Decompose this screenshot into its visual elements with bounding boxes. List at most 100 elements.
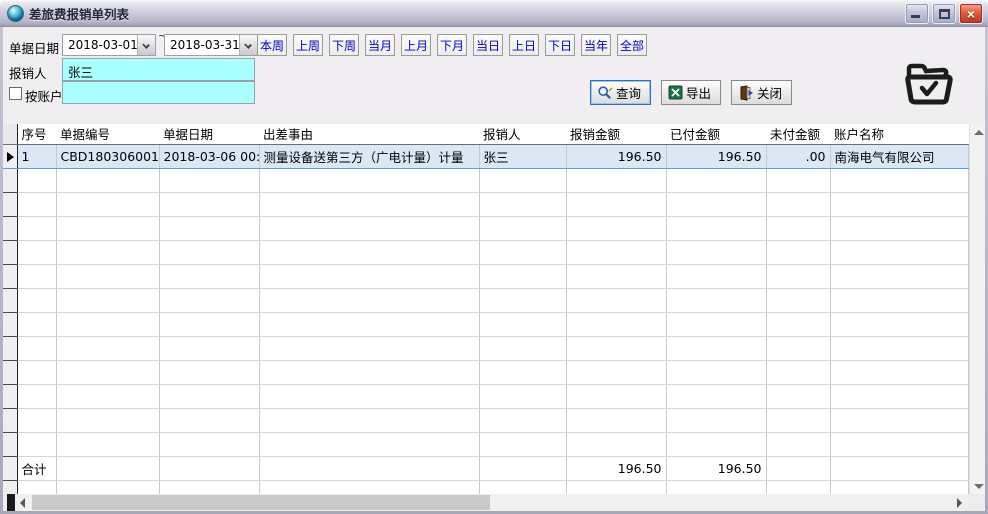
column-header[interactable]: 报销金额 bbox=[566, 124, 666, 144]
cell[interactable]: 1 bbox=[17, 144, 56, 168]
scroll-right-button[interactable] bbox=[951, 494, 968, 511]
maximize-button[interactable] bbox=[932, 3, 956, 24]
date-from-dropdown-button[interactable] bbox=[137, 35, 155, 55]
empty-row bbox=[3, 240, 968, 264]
column-header[interactable]: 序号 bbox=[17, 124, 56, 144]
close-action-button[interactable]: 关闭 bbox=[731, 80, 792, 105]
empty-cell bbox=[17, 360, 56, 384]
cell[interactable]: 2018-03-06 00:00 bbox=[159, 144, 259, 168]
cell[interactable]: 南海电气有限公司 bbox=[830, 144, 968, 168]
column-header[interactable]: 账户名称 bbox=[830, 124, 968, 144]
column-header[interactable]: 报销人 bbox=[479, 124, 566, 144]
titlebar[interactable]: 差旅费报销单列表 × bbox=[0, 0, 988, 27]
cell[interactable]: 196.50 bbox=[566, 144, 666, 168]
vertical-scrollbar[interactable] bbox=[969, 124, 986, 494]
column-header[interactable]: 出差事由 bbox=[259, 124, 479, 144]
scroll-down-button[interactable] bbox=[970, 478, 986, 494]
quick-range-button[interactable]: 全部 bbox=[617, 34, 647, 56]
empty-row bbox=[3, 480, 968, 494]
empty-cell bbox=[766, 312, 830, 336]
arrow-down-icon bbox=[974, 484, 984, 489]
empty-cell bbox=[766, 360, 830, 384]
close-action-button-label: 关闭 bbox=[757, 83, 782, 102]
empty-cell bbox=[479, 192, 566, 216]
row-indicator-cell bbox=[3, 240, 17, 264]
account-input[interactable] bbox=[62, 81, 255, 104]
empty-cell bbox=[666, 384, 766, 408]
empty-cell bbox=[17, 216, 56, 240]
scroll-up-button[interactable] bbox=[970, 124, 986, 140]
quick-range-button[interactable]: 当年 bbox=[581, 34, 611, 56]
quick-range-button[interactable]: 下月 bbox=[437, 34, 467, 56]
by-account-checkbox[interactable] bbox=[9, 87, 22, 100]
empty-cell bbox=[830, 360, 968, 384]
empty-cell bbox=[566, 264, 666, 288]
empty-cell bbox=[259, 456, 479, 480]
quick-range-button[interactable]: 上日 bbox=[509, 34, 539, 56]
date-to-combobox[interactable]: 2018-03-31 bbox=[164, 34, 258, 56]
cell[interactable]: CBD180306001 bbox=[56, 144, 159, 168]
empty-cell bbox=[766, 240, 830, 264]
quick-range-button[interactable]: 当月 bbox=[365, 34, 395, 56]
cell[interactable]: 196.50 bbox=[666, 144, 766, 168]
empty-cell bbox=[56, 216, 159, 240]
empty-cell bbox=[479, 336, 566, 360]
quick-range-button[interactable]: 本周 bbox=[257, 34, 287, 56]
horizontal-scroll-thumb[interactable] bbox=[32, 495, 490, 510]
horizontal-scrollbar[interactable] bbox=[3, 494, 985, 511]
column-header[interactable]: 未付金额 bbox=[766, 124, 830, 144]
close-button[interactable]: × bbox=[959, 3, 983, 24]
date-to-dropdown-button[interactable] bbox=[239, 35, 257, 55]
empty-cell bbox=[159, 312, 259, 336]
empty-row bbox=[3, 288, 968, 312]
empty-cell bbox=[479, 480, 566, 494]
empty-cell bbox=[666, 288, 766, 312]
empty-cell bbox=[159, 240, 259, 264]
quick-range-button[interactable]: 上月 bbox=[401, 34, 431, 56]
empty-cell bbox=[830, 312, 968, 336]
quick-range-button[interactable]: 下周 bbox=[329, 34, 359, 56]
date-from-combobox[interactable]: 2018-03-01 bbox=[62, 34, 156, 56]
empty-cell bbox=[259, 312, 479, 336]
results-grid: 序号单据编号单据日期出差事由报销人报销金额已付金额未付金额账户名称1CBD180… bbox=[3, 124, 985, 494]
empty-cell bbox=[666, 336, 766, 360]
quick-range-button[interactable]: 上周 bbox=[293, 34, 323, 56]
empty-cell bbox=[566, 432, 666, 456]
scroll-left-button[interactable] bbox=[15, 494, 32, 511]
cell[interactable]: 测量设备送第三方（广电计量）计量 bbox=[259, 144, 479, 168]
empty-row bbox=[3, 360, 968, 384]
empty-cell bbox=[479, 288, 566, 312]
arrow-left-icon bbox=[20, 498, 25, 508]
empty-cell bbox=[259, 480, 479, 494]
empty-cell bbox=[566, 480, 666, 494]
empty-cell bbox=[830, 408, 968, 432]
empty-cell bbox=[259, 408, 479, 432]
empty-cell bbox=[159, 336, 259, 360]
quick-range-button[interactable]: 当日 bbox=[473, 34, 503, 56]
empty-cell bbox=[479, 408, 566, 432]
empty-cell bbox=[766, 216, 830, 240]
minimize-button[interactable] bbox=[905, 3, 929, 24]
empty-cell bbox=[159, 408, 259, 432]
export-button-label: 导出 bbox=[686, 83, 711, 102]
column-header[interactable]: 已付金额 bbox=[666, 124, 766, 144]
empty-cell bbox=[479, 264, 566, 288]
total-paid-amount: 196.50 bbox=[666, 456, 766, 480]
column-header[interactable]: 单据编号 bbox=[56, 124, 159, 144]
folder-check-icon bbox=[903, 61, 955, 111]
empty-cell bbox=[479, 432, 566, 456]
cell[interactable]: 张三 bbox=[479, 144, 566, 168]
empty-cell bbox=[479, 168, 566, 192]
query-button[interactable]: 查询 bbox=[590, 80, 651, 105]
empty-cell bbox=[479, 456, 566, 480]
empty-cell bbox=[56, 288, 159, 312]
column-header[interactable]: 单据日期 bbox=[159, 124, 259, 144]
date-quick-buttons: 本周上周下周当月上月下月当日上日下日当年全部 bbox=[257, 34, 647, 56]
empty-cell bbox=[479, 240, 566, 264]
cell[interactable]: .00 bbox=[766, 144, 830, 168]
row-indicator-cell bbox=[3, 144, 17, 168]
export-button[interactable]: 导出 bbox=[661, 80, 721, 105]
quick-range-button[interactable]: 下日 bbox=[545, 34, 575, 56]
reimburser-input[interactable]: 张三 bbox=[62, 58, 255, 81]
table-row[interactable]: 1CBD1803060012018-03-06 00:00测量设备送第三方（广电… bbox=[3, 144, 968, 168]
